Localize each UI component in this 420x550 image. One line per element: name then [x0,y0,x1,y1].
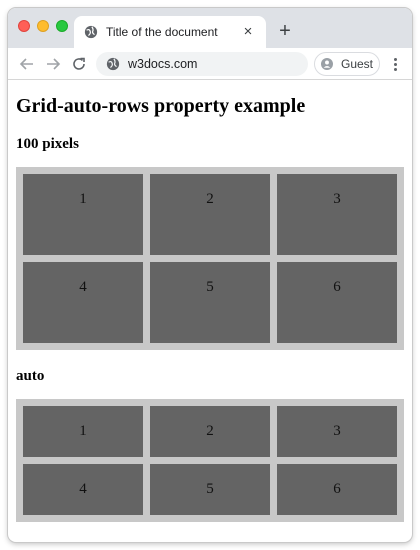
forward-arrow-icon [47,57,61,70]
grid-item: 6 [277,262,397,343]
page-content: Grid-auto-rows property example 100 pixe… [8,94,412,522]
back-button[interactable] [14,51,40,77]
grid-item: 1 [23,174,143,255]
grid-item: 5 [150,262,270,343]
section-title-100px: 100 pixels [16,136,79,152]
grid-item: 2 [150,174,270,255]
active-tab[interactable]: Title of the document × [74,16,266,48]
grid-item: 5 [150,464,270,515]
toolbar: w3docs.com Guest [8,48,412,80]
globe-icon [106,57,120,71]
tab-strip: Title of the document × + [8,8,412,48]
grid-item: 4 [23,464,143,515]
kebab-menu-icon[interactable] [386,54,404,74]
window-controls [18,20,68,32]
close-window-button[interactable] [18,20,30,32]
page-title: Grid-auto-rows property example [16,95,306,117]
forward-button[interactable] [40,51,66,77]
grid-item: 2 [150,406,270,457]
address-bar[interactable]: w3docs.com [96,52,308,76]
grid-item: 1 [23,406,143,457]
grid-item: 4 [23,262,143,343]
back-arrow-icon [19,57,33,70]
zoom-window-button[interactable] [56,20,68,32]
grid-container-auto: 1 2 3 4 5 6 [16,399,404,522]
grid-item: 3 [277,406,397,457]
new-tab-button[interactable]: + [274,21,296,43]
person-icon [321,58,333,70]
profile-button[interactable]: Guest [314,52,380,76]
reload-icon [73,57,85,70]
tab-title: Title of the document [106,25,218,39]
grid-item: 6 [277,464,397,515]
browser-window: Title of the document × + w3docs.com Gue… [8,8,412,542]
profile-label: Guest [340,57,373,71]
minimize-window-button[interactable] [37,20,49,32]
reload-button[interactable] [66,51,92,77]
tab-close-icon[interactable]: × [240,24,256,40]
section-title-auto: auto [16,368,45,384]
grid-container-100px: 1 2 3 4 5 6 [16,167,404,350]
grid-item: 3 [277,174,397,255]
url-text: w3docs.com [128,57,198,71]
globe-icon [84,25,98,39]
